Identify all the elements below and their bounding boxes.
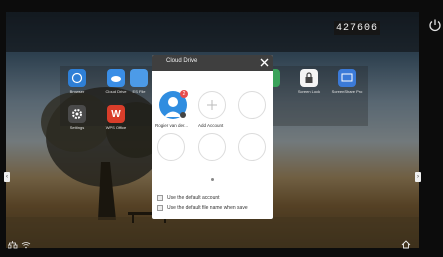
app-es-file[interactable]: ES File bbox=[127, 69, 151, 94]
folder-icon bbox=[130, 69, 148, 87]
empty-account-slot bbox=[157, 133, 185, 161]
app-label: Browser bbox=[69, 89, 85, 94]
app-label: Settings bbox=[69, 125, 85, 130]
app-wps-office[interactable]: W WPS Office bbox=[96, 105, 136, 130]
app-label: Screen Lock bbox=[297, 89, 321, 94]
app-label: ES File bbox=[132, 89, 146, 94]
checkbox[interactable] bbox=[157, 195, 163, 201]
wifi-icon[interactable] bbox=[21, 236, 31, 254]
page-indicator-dot[interactable] bbox=[211, 178, 214, 181]
app-label: WPS Office bbox=[105, 125, 127, 130]
home-icon[interactable] bbox=[401, 236, 411, 254]
cloud-badge-icon bbox=[180, 112, 186, 118]
option-default-file-name[interactable]: Use the default file name when save bbox=[157, 205, 248, 211]
wps-office-icon: W bbox=[107, 105, 125, 123]
empty-account-slot bbox=[238, 133, 266, 161]
add-account-button[interactable] bbox=[198, 91, 226, 119]
screenshare-icon bbox=[338, 69, 356, 87]
add-account-label: Add Account bbox=[198, 123, 224, 128]
app-screen-lock[interactable]: Screen Lock bbox=[289, 69, 329, 94]
settings-gear-icon bbox=[68, 105, 86, 123]
app-settings[interactable]: Settings bbox=[57, 105, 97, 130]
browser-icon bbox=[68, 69, 86, 87]
empty-account-slot bbox=[238, 91, 266, 119]
cloud-drive-dialog: Cloud Drive 2 Rogier van der... Add Acco… bbox=[152, 55, 273, 219]
account-name: Rogier van der... bbox=[155, 123, 189, 128]
network-settings-icon[interactable] bbox=[7, 236, 18, 254]
cloud-drive-icon bbox=[107, 69, 125, 87]
dialog-header: Cloud Drive bbox=[152, 55, 273, 71]
app-browser[interactable]: Browser bbox=[57, 69, 97, 94]
close-icon[interactable] bbox=[258, 56, 271, 69]
option-label: Use the default account bbox=[167, 195, 220, 201]
session-code: 427606 bbox=[334, 21, 380, 35]
right-arrow-icon[interactable]: › bbox=[415, 172, 421, 182]
app-screenshare-pro[interactable]: ScreenShare Pro bbox=[327, 69, 367, 94]
option-label: Use the default file name when save bbox=[167, 205, 248, 211]
lock-icon bbox=[300, 69, 318, 87]
dialog-title: Cloud Drive bbox=[166, 58, 198, 64]
account-badge: 2 bbox=[180, 90, 188, 98]
empty-account-slot bbox=[198, 133, 226, 161]
app-label: ScreenShare Pro bbox=[331, 89, 363, 94]
power-icon[interactable] bbox=[428, 18, 442, 32]
left-arrow-icon[interactable]: ‹ bbox=[4, 172, 10, 182]
checkbox[interactable] bbox=[157, 205, 163, 211]
option-default-account[interactable]: Use the default account bbox=[157, 195, 220, 201]
